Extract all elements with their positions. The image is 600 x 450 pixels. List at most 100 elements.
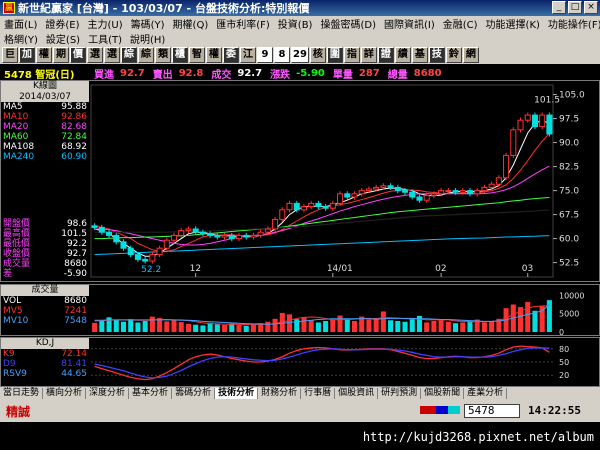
toolbar-button[interactable]: 巨 bbox=[2, 47, 18, 63]
menu-item[interactable]: 功能選擇(K) bbox=[482, 16, 544, 31]
toolbar-button[interactable]: 績 bbox=[394, 47, 411, 63]
toolbar-button[interactable]: 期 bbox=[53, 47, 69, 63]
toolbar-button[interactable]: 價 bbox=[70, 47, 86, 63]
toolbar-button[interactable]: 類 bbox=[155, 47, 171, 63]
analysis-tab[interactable]: 個股資訊 bbox=[335, 388, 379, 399]
candle-body bbox=[503, 154, 510, 179]
price-stat-row: 最高價 101.5 bbox=[1, 229, 89, 239]
x-tick-label: 12 bbox=[190, 264, 201, 274]
candle-body bbox=[243, 234, 250, 238]
volume-bar bbox=[128, 319, 134, 332]
menu-item[interactable]: 國際資訊(I) bbox=[380, 16, 439, 31]
buy-label: 買進 bbox=[94, 69, 114, 81]
toolbar-button[interactable]: 技 bbox=[428, 47, 445, 63]
toolbar-button[interactable]: 核 bbox=[309, 47, 326, 63]
analysis-tab[interactable]: 研判預測 bbox=[378, 388, 422, 399]
volume-bar bbox=[135, 322, 141, 332]
toolbar-button[interactable]: 鈴 bbox=[445, 47, 462, 63]
analysis-tab[interactable]: 橫向分析 bbox=[43, 388, 87, 399]
analysis-tab[interactable]: 個股新聞 bbox=[421, 388, 465, 399]
toolbar-button[interactable]: 詳 bbox=[360, 47, 377, 63]
volume-chart[interactable]: 10000 5000 0 bbox=[1, 285, 599, 335]
analysis-tab[interactable]: 深度分析 bbox=[86, 388, 130, 399]
ma-legend-row: MA240 60.90 bbox=[1, 152, 89, 162]
menu-item[interactable]: 投資(B) bbox=[274, 16, 317, 31]
menu-item[interactable]: 格網(Y) bbox=[0, 31, 42, 46]
volume-panel[interactable]: 10000 5000 0 成交量 VOL 8680 MV5 7241 MV10 7548 bbox=[0, 284, 600, 336]
toolbar-button[interactable]: 選 bbox=[87, 47, 103, 63]
toolbar-button[interactable]: 8 bbox=[274, 47, 290, 63]
analysis-tab[interactable]: 技術分析 bbox=[215, 388, 259, 399]
toolbar-button[interactable]: 指 bbox=[343, 47, 360, 63]
toolbar-button[interactable]: 櫃 bbox=[172, 47, 188, 63]
volume-tick-label: 0 bbox=[559, 328, 564, 335]
kline-panel[interactable]: 105.0 97.5 90.0 82.5 75.0 67.5 60.0 52.5 12 14/01… bbox=[0, 80, 600, 282]
ma-line-ma240 bbox=[94, 235, 550, 256]
volume-bar bbox=[120, 321, 127, 332]
volume-bar bbox=[402, 321, 408, 332]
kd-series-value: 44.65 bbox=[61, 369, 87, 379]
maximize-button[interactable]: □ bbox=[568, 1, 582, 14]
menu-item[interactable]: 籌碼(Y) bbox=[127, 16, 169, 31]
menu-item[interactable]: 功能操作(F) bbox=[544, 16, 600, 31]
kd-panel[interactable]: 80 50 20 KD,J K9 72.14 D9 81.41 RSV9 44.65 bbox=[0, 337, 600, 387]
volume-bar bbox=[149, 316, 155, 332]
y-tick-label: 105.0 bbox=[559, 91, 585, 101]
toolbar-button[interactable]: 綜 bbox=[138, 47, 154, 63]
candle-body bbox=[344, 193, 351, 198]
menu-item[interactable]: 主力(U) bbox=[84, 16, 127, 31]
toolbar-button[interactable]: 9 bbox=[257, 47, 273, 63]
menu-item[interactable]: 畫面(L) bbox=[0, 16, 41, 31]
stock-code-input[interactable]: 5478 bbox=[464, 404, 520, 418]
toolbar-button[interactable]: 委 bbox=[223, 47, 239, 63]
analysis-tab[interactable]: 財務分析 bbox=[258, 388, 302, 399]
toolbar-button[interactable]: 29 bbox=[291, 47, 309, 63]
y-tick-label: 60.0 bbox=[559, 235, 579, 245]
connection-indicator bbox=[420, 406, 460, 414]
kd-chart[interactable]: 80 50 20 bbox=[1, 338, 599, 386]
price-stats: 開盤價 98.6 最高價 101.5 最低價 92.2 收盤價 92.7 成交量 8680 差 -5.… bbox=[1, 219, 89, 279]
minimize-button[interactable]: _ bbox=[552, 1, 566, 14]
volume-series-name: VOL bbox=[3, 296, 22, 306]
candle-body bbox=[91, 225, 98, 228]
toolbar-button[interactable]: 江 bbox=[240, 47, 256, 63]
toolbar-button[interactable]: 選 bbox=[104, 47, 120, 63]
candle-body bbox=[524, 114, 531, 121]
toolbar-button[interactable]: 網 bbox=[462, 47, 479, 63]
menu-item[interactable]: 設定(S) bbox=[42, 31, 84, 46]
volume-bar bbox=[380, 311, 386, 332]
menu-item[interactable]: 工具(T) bbox=[84, 31, 126, 46]
menu-item[interactable]: 期權(Q) bbox=[169, 16, 213, 31]
menu-item[interactable]: 證券(E) bbox=[41, 16, 83, 31]
analysis-tab[interactable]: 行事曆 bbox=[301, 388, 336, 399]
menu-item[interactable]: 操盤密碼(D) bbox=[316, 16, 380, 31]
toolbar-button[interactable]: 綜 bbox=[121, 47, 137, 63]
toolbar-button[interactable]: 權 bbox=[206, 47, 222, 63]
analysis-tab[interactable]: 產業分析 bbox=[464, 388, 508, 399]
volume-bar bbox=[286, 314, 293, 332]
kline-chart[interactable]: 105.0 97.5 90.0 82.5 75.0 67.5 60.0 52.5 12 14/01… bbox=[1, 81, 599, 281]
toolbar-button[interactable]: 基 bbox=[411, 47, 428, 63]
toolbar-button[interactable]: 加 bbox=[19, 47, 35, 63]
close-button[interactable]: × bbox=[584, 1, 598, 14]
toolbar-button[interactable]: 權 bbox=[36, 47, 52, 63]
toolbar-button[interactable]: 證 bbox=[377, 47, 394, 63]
quote-bar: 5478 智冠(日) 買進 92.7 賣出 92.8 成交 92.7 漲跌 -5… bbox=[0, 66, 600, 81]
candle-body bbox=[192, 228, 199, 233]
toolbar-button[interactable]: 圍 bbox=[326, 47, 343, 63]
candle-body bbox=[120, 241, 127, 249]
stock-code: 5478 智冠(日) bbox=[4, 69, 75, 81]
volume-bar bbox=[265, 321, 271, 332]
volume-bar bbox=[92, 322, 98, 332]
volume-bar bbox=[467, 321, 473, 332]
analysis-tab[interactable]: 籌碼分析 bbox=[172, 388, 216, 399]
analysis-tab[interactable]: 基本分析 bbox=[129, 388, 173, 399]
kline-legend-title: K線圖 bbox=[1, 81, 89, 92]
candle-body bbox=[279, 209, 286, 220]
volume-legend-row: MV5 7241 bbox=[1, 306, 89, 316]
toolbar-button[interactable]: 智 bbox=[189, 47, 205, 63]
menu-item[interactable]: 匯市利率(F) bbox=[212, 16, 274, 31]
menu-item[interactable]: 金融(C) bbox=[439, 16, 482, 31]
analysis-tab[interactable]: 當日走勢 bbox=[0, 388, 44, 399]
menu-item[interactable]: 說明(H) bbox=[126, 31, 169, 46]
